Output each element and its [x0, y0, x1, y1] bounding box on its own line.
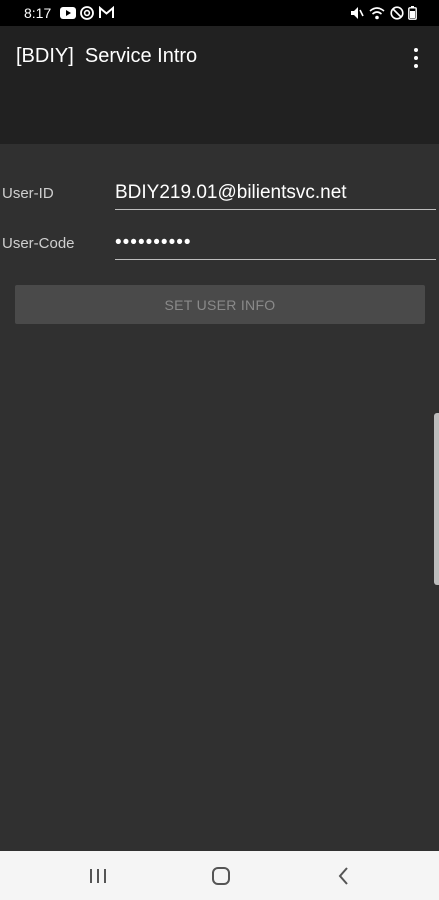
gmail-icon [99, 6, 114, 18]
user-code-label: User-Code [2, 235, 75, 252]
at-sign-icon [80, 6, 94, 20]
set-user-info-button[interactable]: SET USER INFO [15, 285, 425, 324]
more-vert-icon[interactable] [400, 42, 432, 74]
nav-bar [0, 851, 439, 900]
youtube-icon [60, 7, 76, 19]
screen: 8:17 [BDIY] Service Intro User-ID BDIY21… [0, 0, 439, 900]
back-icon[interactable] [330, 863, 358, 889]
scroll-handle[interactable] [434, 413, 439, 585]
app-bar: [BDIY] Service Intro [0, 26, 439, 144]
wifi-icon [369, 7, 385, 20]
mute-icon [351, 7, 364, 19]
status-bar: 8:17 [0, 0, 439, 26]
app-title: [BDIY] Service Intro [16, 45, 198, 67]
user-id-label: User-ID [2, 185, 54, 202]
dnd-icon [390, 6, 404, 20]
status-time: 8:17 [24, 5, 52, 21]
battery-icon [408, 6, 417, 20]
user-id-input[interactable] [115, 180, 436, 210]
recents-icon[interactable] [84, 863, 112, 889]
home-icon[interactable] [207, 863, 235, 889]
user-code-input[interactable] [115, 230, 436, 260]
status-system-icons [350, 6, 420, 20]
